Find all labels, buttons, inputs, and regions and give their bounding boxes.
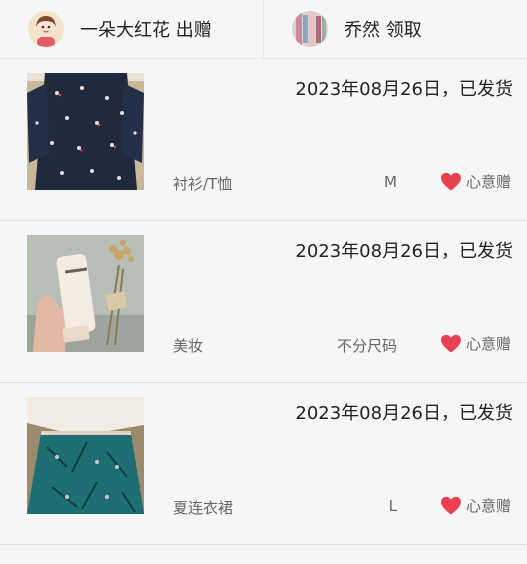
list-item[interactable]: 2023年08月26日，已发货 夏连衣裙 L 心意赠: [0, 383, 527, 545]
receiver-profile[interactable]: 乔然 领取: [263, 0, 527, 58]
item-category: 衬衫/T恤: [173, 175, 233, 193]
gift-type-badge: 心意赠: [440, 495, 511, 516]
gift-label: 心意赠: [465, 497, 511, 515]
status-label: 已发货: [459, 403, 513, 424]
heart-icon: [441, 334, 461, 353]
teal-patterned-skirt-white-top-photo[interactable]: [27, 397, 144, 514]
item-size: L: [388, 497, 397, 515]
list-item[interactable]: 2023年08月26日，已发货 衬衫/T恤 M 心意赠: [0, 59, 527, 221]
receiver-avatar[interactable]: [292, 11, 328, 47]
giver-avatar[interactable]: [28, 11, 64, 47]
gift-type-badge: 心意赠: [440, 333, 511, 354]
transfer-header: 一朵大红花 出赠 乔然 领取: [0, 0, 527, 59]
heart-icon: [441, 496, 461, 515]
item-size: M: [384, 173, 397, 191]
shipping-date: 2023年08月26日，已发货: [295, 79, 513, 100]
status-label: 已发货: [459, 241, 513, 262]
item-size: 不分尺码: [336, 337, 397, 355]
navy-floral-dress-photo[interactable]: [27, 73, 144, 190]
giver-profile[interactable]: 一朵大红花 出赠: [0, 0, 263, 58]
gift-type-badge: 心意赠: [440, 171, 511, 192]
shipping-date: 2023年08月26日，已发货: [295, 403, 513, 424]
shipping-date: 2023年08月26日，已发货: [295, 241, 513, 262]
giver-label: 一朵大红花 出赠: [80, 20, 212, 41]
cosmetic-tube-with-dried-flowers-photo[interactable]: [27, 235, 144, 352]
status-label: 已发货: [459, 79, 513, 100]
receiver-label: 乔然 领取: [344, 20, 422, 41]
item-category: 夏连衣裙: [173, 499, 234, 517]
gift-label: 心意赠: [465, 335, 511, 353]
item-category: 美妆: [173, 337, 204, 355]
heart-icon: [441, 172, 461, 191]
list-item[interactable]: 2023年08月26日，已发货 美妆 不分尺码 心意赠: [0, 221, 527, 383]
gift-label: 心意赠: [465, 173, 511, 191]
